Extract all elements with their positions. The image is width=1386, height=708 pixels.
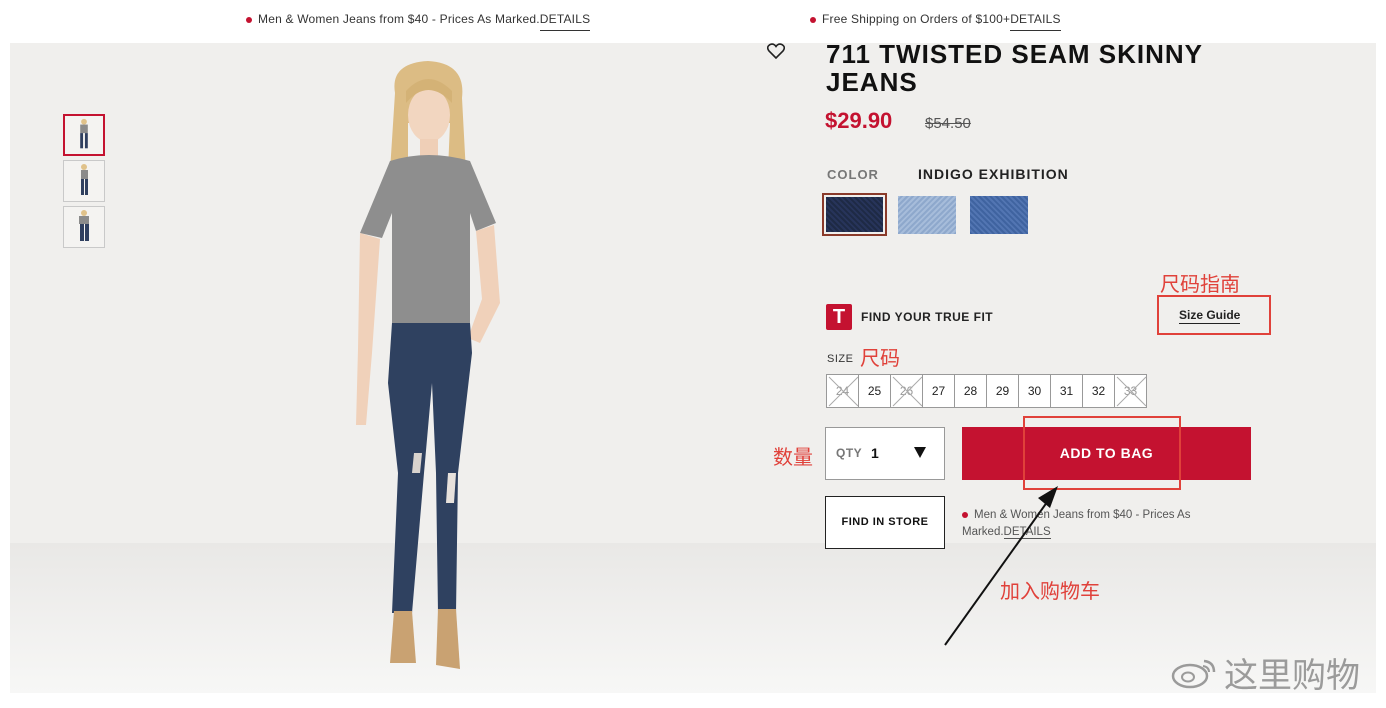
shipping-details-link[interactable]: DETAILS xyxy=(1010,12,1061,31)
size-option-31[interactable]: 31 xyxy=(1050,374,1083,408)
size-selector: 24 25 26 27 28 29 30 31 32 33 xyxy=(826,374,1147,408)
size-option-25[interactable]: 25 xyxy=(858,374,891,408)
swatch-indigo-exhibition[interactable] xyxy=(822,193,887,236)
watermark-text: 这里购物 xyxy=(1224,655,1360,696)
true-fit-logo-icon: T xyxy=(826,304,852,330)
swatch-fill xyxy=(826,197,883,232)
size-guide-link[interactable]: Size Guide xyxy=(1179,308,1241,324)
size-option-30[interactable]: 30 xyxy=(1018,374,1051,408)
thumbnail-front[interactable] xyxy=(63,114,105,156)
size-option-24: 24 xyxy=(826,374,859,408)
qty-value: 1 xyxy=(871,445,879,461)
swatch-light-wash[interactable] xyxy=(898,196,956,234)
promo-banner-right: Free Shipping on Orders of $100+DETAILS xyxy=(810,12,1061,31)
find-true-fit-link[interactable]: FIND YOUR TRUE FIT xyxy=(861,310,993,324)
promo-text: Free Shipping on Orders of $100+ xyxy=(822,12,1011,26)
size-option-27[interactable]: 27 xyxy=(922,374,955,408)
watermark: 这里购物 xyxy=(1170,652,1360,696)
original-price: $54.50 xyxy=(925,115,971,132)
color-name: INDIGO EXHIBITION xyxy=(918,166,1069,182)
promo-details-link[interactable]: DETAILS xyxy=(539,12,591,31)
annotation-box-add-to-bag xyxy=(1023,416,1181,490)
thumbnail-back[interactable] xyxy=(63,206,105,248)
size-option-32[interactable]: 32 xyxy=(1082,374,1115,408)
annotation-size-guide: 尺码指南 xyxy=(1160,272,1240,296)
size-option-33: 33 xyxy=(1114,374,1147,408)
promo-banner-left: Men & Women Jeans from $40 - Prices As M… xyxy=(246,12,591,31)
annotation-arrow-icon xyxy=(944,486,1058,646)
size-option-26: 26 xyxy=(890,374,923,408)
size-option-28[interactable]: 28 xyxy=(954,374,987,408)
caret-down-icon xyxy=(914,447,926,458)
color-label: COLOR xyxy=(827,167,879,182)
product-image-panel xyxy=(10,43,1376,693)
product-title: 711 TWISTED SEAM SKINNY JEANS xyxy=(826,39,1203,97)
weibo-logo-icon xyxy=(1171,659,1216,689)
model-photo xyxy=(356,61,500,669)
thumbnail-side[interactable] xyxy=(63,160,105,202)
qty-label: QTY xyxy=(836,446,863,460)
swatch-fill xyxy=(970,196,1028,234)
size-label: SIZE xyxy=(827,353,854,365)
swatch-medium-wash[interactable] xyxy=(970,196,1028,234)
annotation-size: 尺码 xyxy=(860,346,900,370)
bullet-dot xyxy=(810,16,816,23)
annotation-qty: 数量 xyxy=(773,445,813,469)
annotation-add-to-cart: 加入购物车 xyxy=(1000,579,1100,603)
heart-icon[interactable] xyxy=(767,43,785,59)
bullet-dot xyxy=(246,16,252,23)
swatch-fill xyxy=(898,196,956,234)
size-option-29[interactable]: 29 xyxy=(986,374,1019,408)
promo-text: Men & Women Jeans from $40 - Prices As M… xyxy=(258,12,540,26)
sale-price: $29.90 xyxy=(825,108,893,133)
qty-dropdown[interactable]: QTY 1 xyxy=(825,427,945,480)
